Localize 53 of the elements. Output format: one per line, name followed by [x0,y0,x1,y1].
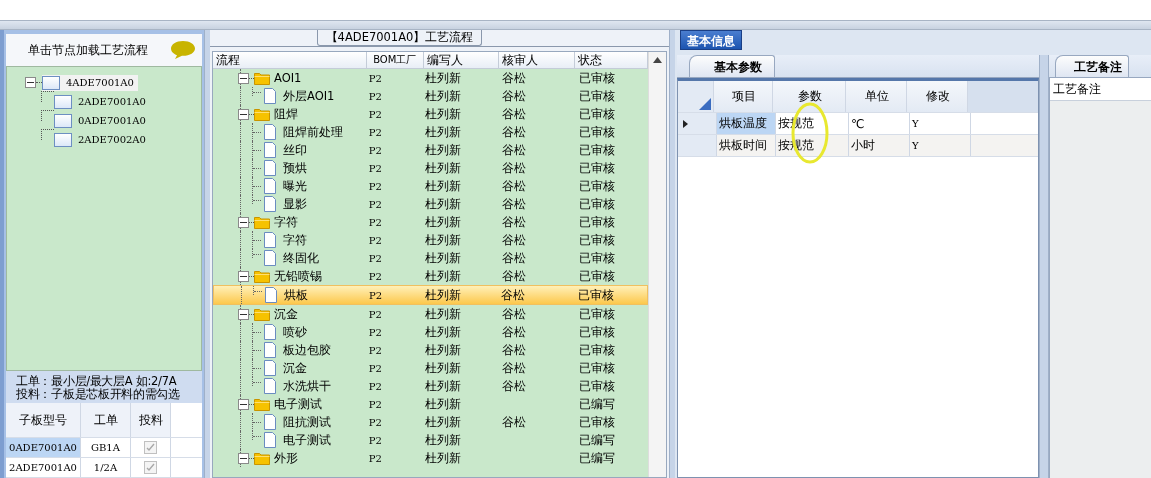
tree-row[interactable]: 水洗烘干 P2 杜列新 谷松 已审核 [213,377,648,395]
table-cell[interactable]: 小时 [849,135,910,156]
tab[interactable]: 基本参数 [689,55,775,77]
column-header[interactable]: 单位 [846,81,907,112]
table-cell: 1/2A [81,458,131,477]
table-cell[interactable]: 2ADE7001A0 [6,458,81,477]
tab[interactable]: 工艺备注 [1055,55,1129,77]
tree-row[interactable]: 沉金 P2 杜列新 谷松 已审核 [213,305,648,323]
table-cell[interactable]: 烘板温度 [717,113,776,134]
column-header[interactable]: 项目 [714,81,773,112]
panel-header: 单击节点加载工艺流程 [28,41,148,59]
tree-node[interactable]: 2ADE7001A0 [54,93,150,110]
tree-row[interactable]: 终固化 P2 杜列新 谷松 已审核 [213,249,648,267]
tree-row[interactable]: 字符 P2 杜列新 谷松 已审核 [213,231,648,249]
table-cell: GB1A [81,438,131,457]
panel-title: 【4ADE7001A0】工艺流程 [316,30,483,46]
table-cell[interactable]: 0ADE7001A0 [6,438,81,457]
tree-row[interactable]: 板边包胶 P2 杜列新 谷松 已审核 [213,341,648,359]
tree-node[interactable]: 2ADE7002A0 [54,131,150,148]
tree-row[interactable]: 沉金 P2 杜列新 谷松 已审核 [213,359,648,377]
tree-row[interactable]: 无铅喷锡 P2 杜列新 谷松 已审核 [213,267,648,285]
column-header[interactable]: BOM工厂 [367,52,425,68]
tree-row[interactable]: 字符 P2 杜列新 谷松 已审核 [213,213,648,231]
tree-row[interactable]: 外层AOI1 P2 杜列新 谷松 已审核 [213,87,648,105]
table-cell[interactable]: Y [910,113,971,134]
tree-row[interactable]: 阻焊 P2 杜列新 谷松 已审核 [213,105,648,123]
tab[interactable]: 基本信息 [680,30,742,50]
tree-row[interactable]: AOI1 P2 杜列新 谷松 已审核 [213,69,648,87]
tree-row[interactable]: 电子测试 P2 杜列新 已编写 [213,431,648,449]
tree-row[interactable]: 预烘 P2 杜列新 谷松 已审核 [213,159,648,177]
table-cell[interactable]: Y [910,135,971,156]
tree-row[interactable]: 丝印 P2 杜列新 谷松 已审核 [213,141,648,159]
column-header[interactable]: 参数 [773,81,846,112]
tree-row[interactable]: 外形 P2 杜列新 已编写 [213,449,648,467]
field-label: 工艺备注 [1050,78,1151,101]
tree-row[interactable]: 显影 P2 杜列新 谷松 已审核 [213,195,648,213]
column-header[interactable]: 核审人 [499,52,575,68]
tree-row[interactable]: 喷砂 P2 杜列新 谷松 已审核 [213,323,648,341]
table-cell[interactable]: 烘板时间 [717,135,776,156]
table-cell[interactable]: ℃ [849,113,910,134]
tree-row[interactable]: 阻抗测试 P2 杜列新 谷松 已审核 [213,413,648,431]
tree-node[interactable]: 4ADE7001A0 [42,74,138,91]
tree-row[interactable]: 曝光 P2 杜列新 谷松 已审核 [213,177,648,195]
tree-row[interactable]: 烘板 P2 杜列新 谷松 已审核 [213,285,648,305]
column-header[interactable]: 子板型号 [6,403,81,437]
column-header[interactable]: 工单 [81,403,131,437]
hint-text: 工单：最小层/最大层A 如:2/7A [16,375,178,388]
column-header[interactable]: 编写人 [424,52,500,68]
tree-row[interactable]: 电子测试 P2 杜列新 已编写 [213,395,648,413]
hint-text: 投料：子板是芯板开料的需勾选 [16,388,181,401]
tree-row[interactable]: 阻焊前处理 P2 杜列新 谷松 已审核 [213,123,648,141]
tree-node[interactable]: 0ADE7001A0 [54,112,150,129]
column-header[interactable]: 流程 [213,52,368,68]
